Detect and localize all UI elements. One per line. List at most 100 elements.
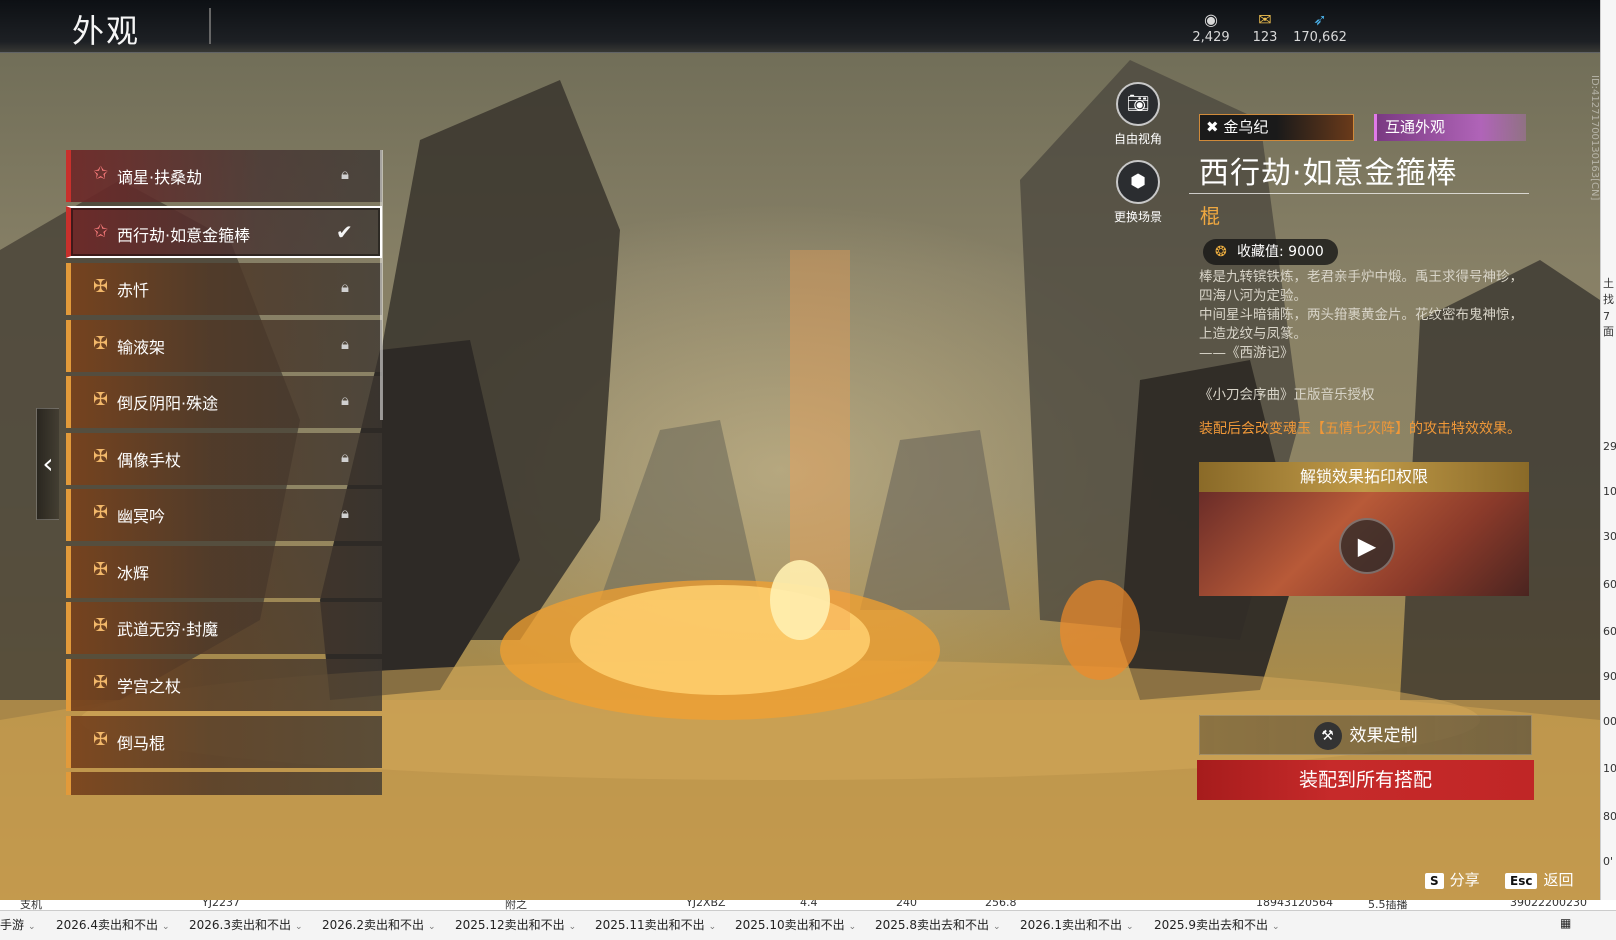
list-item[interactable]: ✩ 谪星·扶桑劫 🔒︎ xyxy=(66,150,382,202)
appearance-list[interactable]: ✩ 谪星·扶桑劫 🔒︎ ✩ 西行劫·如意金箍棒 ✔ ✠ 赤忏 🔒︎ ✠ 输液架 … xyxy=(66,150,384,795)
sheet-tab[interactable]: 2026.2卖出和不出 ⌄ xyxy=(322,916,436,933)
series-tag-label: 金乌纪 xyxy=(1223,118,1269,136)
effect-customize-label: 效果定制 xyxy=(1349,726,1418,746)
list-item[interactable]: ✠ 赤忏 🔒︎ xyxy=(66,263,382,315)
client-id: ID:41271700130163[CN] xyxy=(1589,75,1600,201)
feather-icon: ➶ xyxy=(1313,10,1327,29)
back-hint[interactable]: Esc 返回 xyxy=(1505,869,1573,890)
chevron-down-icon: ⌄ xyxy=(28,922,36,932)
item-label: 学宫之杖 xyxy=(117,677,182,696)
lock-icon: 🔒︎ xyxy=(341,165,349,183)
share-label: 分享 xyxy=(1449,871,1480,889)
chevron-down-icon: ⌄ xyxy=(162,922,170,932)
item-label: 倒马棍 xyxy=(117,734,166,753)
list-scrollbar[interactable] xyxy=(380,150,383,420)
sheet-tab-label: 2026.2卖出和不出 xyxy=(322,918,424,932)
cell: 支机 xyxy=(20,900,42,910)
cross-icon: ✠ xyxy=(93,276,109,297)
sheet-tab[interactable]: 2025.10卖出和不出 ⌄ xyxy=(735,916,856,933)
chevron-down-icon: ⌄ xyxy=(1272,922,1280,932)
cell: 4.4 xyxy=(800,900,818,909)
music-license-note: 《小刀会序曲》正版音乐授权 xyxy=(1199,387,1375,403)
star-icon: ✩ xyxy=(93,221,109,242)
cell: YJ2XBZ xyxy=(686,900,726,909)
share-key: S xyxy=(1425,873,1444,889)
share-hint[interactable]: S 分享 xyxy=(1425,869,1480,890)
list-item[interactable]: ✠ 武道无穷·封魔 xyxy=(66,602,382,654)
check-icon: ✔ xyxy=(336,220,353,244)
sheet-tab-label: 2026.1卖出和不出 xyxy=(1020,918,1122,932)
ticket-icon: ✉ xyxy=(1258,10,1272,29)
sheet-tab[interactable]: 2026.4卖出和不出 ⌄ xyxy=(56,916,170,933)
currency-feathers[interactable]: ➶ 170,662 xyxy=(1290,10,1350,45)
cell: 30' xyxy=(1603,530,1616,543)
list-item[interactable]: ✠ 倒马棍 xyxy=(66,716,382,768)
cell: 5.5插播 xyxy=(1368,900,1408,910)
chevron-down-icon: ⌄ xyxy=(993,922,1001,932)
equip-all-button[interactable]: 装配到所有搭配 xyxy=(1197,760,1534,800)
collection-value-badge: ❂ 收藏值: 9000 xyxy=(1203,239,1338,265)
list-item[interactable]: ✠ 输液架 🔒︎ xyxy=(66,320,382,372)
camera-icon: 📷︎ xyxy=(1116,82,1160,126)
chevron-down-icon: ⌄ xyxy=(848,922,857,932)
lock-icon: 🔒︎ xyxy=(341,448,349,466)
free-view-button[interactable]: 📷︎ 自由视角 xyxy=(1098,82,1178,147)
list-item[interactable]: ✠ 倒反阴阳·殊途 🔒︎ xyxy=(66,376,382,428)
spreadsheet-right-edge: 土找 7面 290 10' 30' 60' 60' 90' 00 10' 80'… xyxy=(1600,0,1616,910)
sheet-tab[interactable]: 2025.11卖出和不出 ⌄ xyxy=(595,916,716,933)
currency-tickets[interactable]: ✉ 123 xyxy=(1235,10,1295,45)
description-line: 棒是九转镔铁炼，老君亲手炉中煅。禹王求得号神珍，四海八河为定验。 xyxy=(1199,269,1523,304)
equip-effect-note: 装配后会改变魂玉【五情七灭阵】的攻击特效效果。 xyxy=(1199,421,1521,437)
collection-icon: ❂ xyxy=(1215,244,1227,260)
sheet-tab[interactable]: 2026.1卖出和不出 ⌄ xyxy=(1020,916,1134,933)
cross-icon: ✠ xyxy=(93,672,109,693)
cell: 240 xyxy=(896,900,917,909)
cross-icon: ✠ xyxy=(93,615,109,636)
item-label: 倒反阴阳·殊途 xyxy=(117,394,219,413)
cell: 290 xyxy=(1603,440,1616,453)
sheet-tab[interactable]: 2025.9卖出去和不出 ⌄ xyxy=(1154,916,1280,933)
list-item[interactable]: ✠ 幽冥吟 🔒︎ xyxy=(66,489,382,541)
list-item[interactable]: ✠ 偶像手杖 🔒︎ xyxy=(66,433,382,485)
coin-stack-icon: ◉ xyxy=(1204,10,1218,29)
currency-value: 170,662 xyxy=(1293,30,1347,45)
sheet-tab[interactable]: 手游 ⌄ xyxy=(0,916,36,933)
cell: 00 xyxy=(1603,715,1616,728)
cross-icon: ✠ xyxy=(93,729,109,750)
currency-value: 2,429 xyxy=(1192,30,1230,45)
crossed-swords-icon: ✖ xyxy=(1206,118,1219,136)
change-scene-label: 更换场景 xyxy=(1113,210,1162,224)
list-item[interactable]: ✠ 学宫之杖 xyxy=(66,659,382,711)
sheet-tab[interactable]: 2025.12卖出和不出 ⌄ xyxy=(455,916,576,933)
play-icon[interactable]: ▶ xyxy=(1339,518,1395,574)
chevron-down-icon: ⌄ xyxy=(708,922,717,932)
sheet-tab-label: 2026.4卖出和不出 xyxy=(56,918,158,932)
cell: 60' xyxy=(1603,578,1616,591)
effect-customize-button[interactable]: ⚒ 效果定制 xyxy=(1199,715,1532,755)
item-label: 输液架 xyxy=(117,338,166,357)
change-scene-button[interactable]: ⬢ 更换场景 xyxy=(1098,160,1178,225)
list-item-selected[interactable]: ✩ 西行劫·如意金箍棒 ✔ xyxy=(66,206,382,258)
item-label: 西行劫·如意金箍棒 xyxy=(117,226,251,245)
grid-view-icon[interactable]: ▦ xyxy=(1560,916,1571,930)
cell: 18943120564 xyxy=(1256,900,1333,909)
title-divider xyxy=(209,8,211,44)
currency-coins[interactable]: ◉ 2,429 xyxy=(1181,10,1241,45)
cell: 10' xyxy=(1603,762,1616,775)
collapse-list-button[interactable]: ‹ xyxy=(36,408,59,520)
list-item[interactable]: ✠ 冰辉 xyxy=(66,546,382,598)
item-label: 谪星·扶桑劫 xyxy=(117,168,203,187)
sheet-tab[interactable]: 2025.8卖出去和不出 ⌄ xyxy=(875,916,1001,933)
cell: 10' xyxy=(1603,485,1616,498)
effect-preview-video[interactable]: ▶ xyxy=(1199,492,1529,596)
list-item-partial[interactable] xyxy=(66,772,382,795)
chevron-left-icon: ‹ xyxy=(42,447,54,480)
sheet-tab[interactable]: 2026.3卖出和不出 ⌄ xyxy=(189,916,303,933)
item-label: 冰辉 xyxy=(117,564,150,583)
cell: 39022200230 xyxy=(1510,900,1587,909)
cross-icon: ✠ xyxy=(93,502,109,523)
item-name: 西行劫·如意金箍棒 xyxy=(1199,156,1458,191)
item-type: 棍 xyxy=(1200,204,1220,228)
currency-value: 123 xyxy=(1252,30,1278,45)
cell: 7面 xyxy=(1603,310,1614,338)
